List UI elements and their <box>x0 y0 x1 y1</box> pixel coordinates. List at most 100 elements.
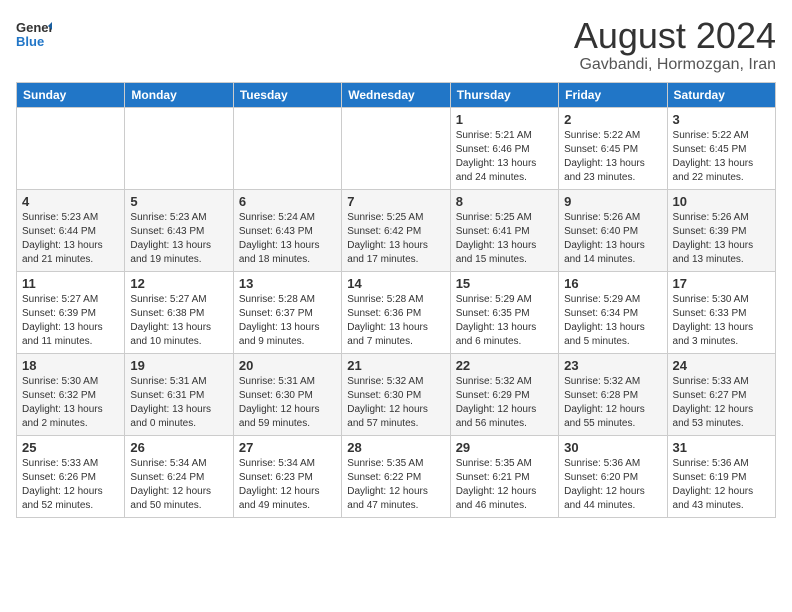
title-block: August 2024 Gavbandi, Hormozgan, Iran <box>574 16 776 74</box>
day-info: Sunrise: 5:30 AM Sunset: 6:32 PM Dayligh… <box>22 375 119 431</box>
day-number: 17 <box>673 276 770 291</box>
calendar-cell: 18 Sunrise: 5:30 AM Sunset: 6:32 PM Dayli… <box>17 353 125 435</box>
week-row-5: 25 Sunrise: 5:33 AM Sunset: 6:26 PM Dayli… <box>17 435 776 517</box>
day-info: Sunrise: 5:34 AM Sunset: 6:23 PM Dayligh… <box>239 457 336 513</box>
day-number: 1 <box>456 112 553 127</box>
day-info: Sunrise: 5:26 AM Sunset: 6:39 PM Dayligh… <box>673 211 770 267</box>
day-number: 22 <box>456 358 553 373</box>
day-info: Sunrise: 5:36 AM Sunset: 6:20 PM Dayligh… <box>564 457 661 513</box>
day-number: 21 <box>347 358 444 373</box>
month-title: August 2024 <box>574 16 776 56</box>
day-number: 8 <box>456 194 553 209</box>
day-number: 25 <box>22 440 119 455</box>
day-number: 6 <box>239 194 336 209</box>
calendar-cell: 10 Sunrise: 5:26 AM Sunset: 6:39 PM Dayli… <box>667 189 775 271</box>
day-info: Sunrise: 5:33 AM Sunset: 6:27 PM Dayligh… <box>673 375 770 431</box>
calendar-cell <box>342 107 450 189</box>
day-info: Sunrise: 5:32 AM Sunset: 6:30 PM Dayligh… <box>347 375 444 431</box>
svg-text:Blue: Blue <box>16 34 44 49</box>
day-number: 5 <box>130 194 227 209</box>
svg-text:General: General <box>16 20 52 35</box>
calendar-cell <box>17 107 125 189</box>
calendar-cell: 12 Sunrise: 5:27 AM Sunset: 6:38 PM Dayli… <box>125 271 233 353</box>
day-info: Sunrise: 5:25 AM Sunset: 6:42 PM Dayligh… <box>347 211 444 267</box>
day-number: 14 <box>347 276 444 291</box>
calendar-table: SundayMondayTuesdayWednesdayThursdayFrid… <box>16 82 776 518</box>
day-info: Sunrise: 5:30 AM Sunset: 6:33 PM Dayligh… <box>673 293 770 349</box>
day-header-thursday: Thursday <box>450 82 558 107</box>
calendar-cell: 15 Sunrise: 5:29 AM Sunset: 6:35 PM Dayli… <box>450 271 558 353</box>
day-number: 19 <box>130 358 227 373</box>
day-number: 20 <box>239 358 336 373</box>
calendar-cell <box>233 107 341 189</box>
day-number: 23 <box>564 358 661 373</box>
day-header-saturday: Saturday <box>667 82 775 107</box>
day-number: 9 <box>564 194 661 209</box>
day-header-monday: Monday <box>125 82 233 107</box>
day-info: Sunrise: 5:31 AM Sunset: 6:30 PM Dayligh… <box>239 375 336 431</box>
day-number: 18 <box>22 358 119 373</box>
calendar-cell: 22 Sunrise: 5:32 AM Sunset: 6:29 PM Dayli… <box>450 353 558 435</box>
day-info: Sunrise: 5:27 AM Sunset: 6:38 PM Dayligh… <box>130 293 227 349</box>
day-info: Sunrise: 5:35 AM Sunset: 6:22 PM Dayligh… <box>347 457 444 513</box>
week-row-3: 11Sunrise: 5:27 AM Sunset: 6:39 PM Dayli… <box>17 271 776 353</box>
day-number: 12 <box>130 276 227 291</box>
day-info: Sunrise: 5:32 AM Sunset: 6:29 PM Dayligh… <box>456 375 553 431</box>
day-header-sunday: Sunday <box>17 82 125 107</box>
week-row-2: 4 Sunrise: 5:23 AM Sunset: 6:44 PM Daylig… <box>17 189 776 271</box>
calendar-cell: 1 Sunrise: 5:21 AM Sunset: 6:46 PM Daylig… <box>450 107 558 189</box>
day-number: 30 <box>564 440 661 455</box>
day-info: Sunrise: 5:32 AM Sunset: 6:28 PM Dayligh… <box>564 375 661 431</box>
day-info: Sunrise: 5:23 AM Sunset: 6:44 PM Dayligh… <box>22 211 119 267</box>
day-header-tuesday: Tuesday <box>233 82 341 107</box>
day-info: Sunrise: 5:28 AM Sunset: 6:37 PM Dayligh… <box>239 293 336 349</box>
calendar-cell: 27Sunrise: 5:34 AM Sunset: 6:23 PM Dayli… <box>233 435 341 517</box>
calendar-cell: 14 Sunrise: 5:28 AM Sunset: 6:36 PM Dayli… <box>342 271 450 353</box>
day-info: Sunrise: 5:31 AM Sunset: 6:31 PM Dayligh… <box>130 375 227 431</box>
day-info: Sunrise: 5:35 AM Sunset: 6:21 PM Dayligh… <box>456 457 553 513</box>
day-info: Sunrise: 5:22 AM Sunset: 6:45 PM Dayligh… <box>673 129 770 185</box>
calendar-cell: 28Sunrise: 5:35 AM Sunset: 6:22 PM Dayli… <box>342 435 450 517</box>
calendar-cell: 21 Sunrise: 5:32 AM Sunset: 6:30 PM Dayli… <box>342 353 450 435</box>
week-row-1: 1 Sunrise: 5:21 AM Sunset: 6:46 PM Daylig… <box>17 107 776 189</box>
day-info: Sunrise: 5:24 AM Sunset: 6:43 PM Dayligh… <box>239 211 336 267</box>
day-number: 16 <box>564 276 661 291</box>
calendar-cell: 8 Sunrise: 5:25 AM Sunset: 6:41 PM Daylig… <box>450 189 558 271</box>
day-info: Sunrise: 5:21 AM Sunset: 6:46 PM Dayligh… <box>456 129 553 185</box>
day-number: 10 <box>673 194 770 209</box>
calendar-cell: 24Sunrise: 5:33 AM Sunset: 6:27 PM Dayli… <box>667 353 775 435</box>
calendar-cell: 17 Sunrise: 5:30 AM Sunset: 6:33 PM Dayli… <box>667 271 775 353</box>
calendar-cell: 4 Sunrise: 5:23 AM Sunset: 6:44 PM Daylig… <box>17 189 125 271</box>
calendar-cell: 26Sunrise: 5:34 AM Sunset: 6:24 PM Dayli… <box>125 435 233 517</box>
day-number: 4 <box>22 194 119 209</box>
calendar-cell: 29 Sunrise: 5:35 AM Sunset: 6:21 PM Dayli… <box>450 435 558 517</box>
calendar-cell: 11Sunrise: 5:27 AM Sunset: 6:39 PM Dayli… <box>17 271 125 353</box>
day-info: Sunrise: 5:25 AM Sunset: 6:41 PM Dayligh… <box>456 211 553 267</box>
calendar-cell: 25 Sunrise: 5:33 AM Sunset: 6:26 PM Dayli… <box>17 435 125 517</box>
calendar-cell: 19 Sunrise: 5:31 AM Sunset: 6:31 PM Dayli… <box>125 353 233 435</box>
week-row-4: 18 Sunrise: 5:30 AM Sunset: 6:32 PM Dayli… <box>17 353 776 435</box>
calendar-cell: 30 Sunrise: 5:36 AM Sunset: 6:20 PM Dayli… <box>559 435 667 517</box>
day-info: Sunrise: 5:36 AM Sunset: 6:19 PM Dayligh… <box>673 457 770 513</box>
day-info: Sunrise: 5:22 AM Sunset: 6:45 PM Dayligh… <box>564 129 661 185</box>
day-info: Sunrise: 5:29 AM Sunset: 6:35 PM Dayligh… <box>456 293 553 349</box>
calendar-cell: 23 Sunrise: 5:32 AM Sunset: 6:28 PM Dayli… <box>559 353 667 435</box>
calendar-cell <box>125 107 233 189</box>
day-number: 31 <box>673 440 770 455</box>
location-subtitle: Gavbandi, Hormozgan, Iran <box>574 56 776 74</box>
day-number: 3 <box>673 112 770 127</box>
calendar-cell: 9Sunrise: 5:26 AM Sunset: 6:40 PM Daylig… <box>559 189 667 271</box>
day-number: 7 <box>347 194 444 209</box>
day-header-friday: Friday <box>559 82 667 107</box>
calendar-cell: 16Sunrise: 5:29 AM Sunset: 6:34 PM Dayli… <box>559 271 667 353</box>
calendar-cell: 13Sunrise: 5:28 AM Sunset: 6:37 PM Dayli… <box>233 271 341 353</box>
day-number: 15 <box>456 276 553 291</box>
day-number: 29 <box>456 440 553 455</box>
logo-icon: General Blue <box>16 16 52 52</box>
day-info: Sunrise: 5:33 AM Sunset: 6:26 PM Dayligh… <box>22 457 119 513</box>
day-info: Sunrise: 5:34 AM Sunset: 6:24 PM Dayligh… <box>130 457 227 513</box>
day-header-wednesday: Wednesday <box>342 82 450 107</box>
day-info: Sunrise: 5:28 AM Sunset: 6:36 PM Dayligh… <box>347 293 444 349</box>
calendar-cell: 7 Sunrise: 5:25 AM Sunset: 6:42 PM Daylig… <box>342 189 450 271</box>
day-number: 2 <box>564 112 661 127</box>
